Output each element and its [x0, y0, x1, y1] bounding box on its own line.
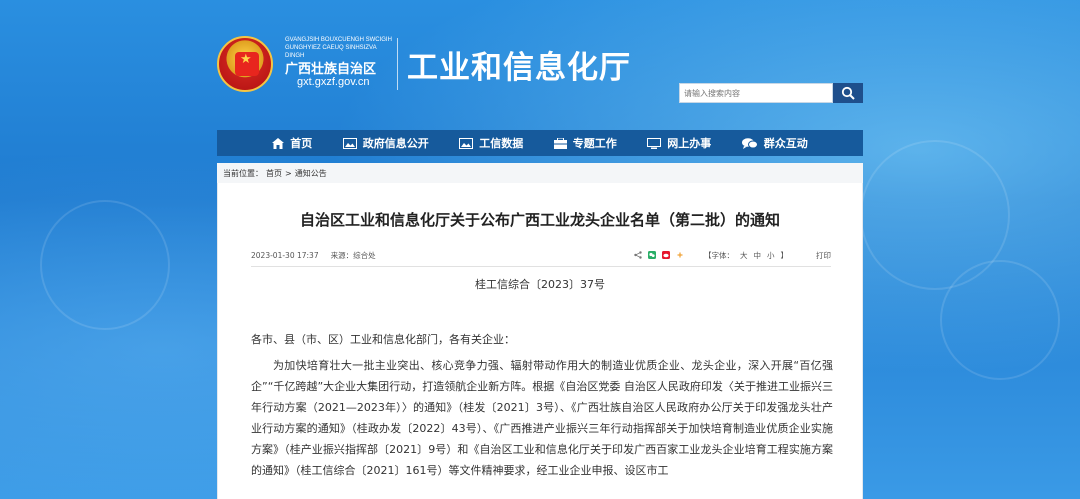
decorative-ring [940, 260, 1060, 380]
font-size-large[interactable]: 大 [740, 250, 748, 261]
nav-item-interaction[interactable]: 群众互动 [741, 135, 808, 151]
nav-item-online-services[interactable]: 网上办事 [647, 135, 711, 151]
nav-item-home[interactable]: 首页 [272, 135, 312, 151]
chat-icon [741, 137, 758, 149]
article-title: 自治区工业和信息化厅关于公布广西工业龙头企业名单（第二批）的通知 [299, 211, 780, 229]
breadcrumb-current[interactable]: 通知公告 [295, 168, 327, 179]
department-title: 工业和信息化厅 [407, 50, 631, 86]
search-icon [841, 86, 855, 100]
nav-item-data[interactable]: 工信数据 [459, 135, 523, 151]
publish-date: 2023-01-30 17:37 [251, 250, 319, 260]
header-divider [397, 38, 398, 90]
monitor-icon [647, 137, 662, 149]
picture-icon [342, 137, 357, 149]
font-size-label: 【字体： [704, 250, 734, 260]
font-size-small[interactable]: 小 [767, 250, 775, 261]
region-pinyin: GVANGJSIH BOUXCUENGH SWCIGIH GUNGHYIEZ C… [285, 37, 392, 59]
article: 自治区工业和信息化厅关于公布广西工业龙头企业名单（第二批）的通知 2023-01… [217, 183, 863, 499]
nav-label: 群众互动 [763, 137, 808, 150]
breadcrumb-separator: > [285, 168, 292, 178]
decorative-ring [40, 200, 170, 330]
nav-label: 政府信息公开 [362, 137, 429, 150]
search-box [679, 83, 863, 103]
nav-label: 专题工作 [572, 137, 617, 150]
breadcrumb: 当前位置： 首页 > 通知公告 [217, 163, 863, 183]
article-source: 来源：综合处 [330, 250, 376, 260]
breadcrumb-home[interactable]: 首页 [266, 168, 282, 179]
nav-item-gov-info[interactable]: 政府信息公开 [342, 135, 429, 151]
font-size-close: 】 [780, 250, 789, 260]
nav-label: 网上办事 [667, 137, 712, 150]
article-paragraph: 为加快培育壮大一批主业突出、核心竞争力强、辐射带动作用大的制造业优质企业、龙头企… [251, 359, 833, 477]
region-name: 广西壮族自治区 [285, 62, 377, 77]
search-input[interactable] [679, 83, 833, 103]
picture-icon [459, 137, 474, 149]
nav-label: 工信数据 [479, 137, 524, 150]
salutation: 各市、县（市、区）工业和信息化部门，各有关企业： [251, 333, 515, 346]
search-button[interactable] [833, 83, 863, 103]
national-emblem-icon[interactable]: ★ [217, 36, 273, 92]
article-tools: 【字体： 大 中 小】 打印 [634, 250, 831, 261]
region-url[interactable]: gxt.gxzf.gov.cn [297, 76, 370, 88]
folder-icon [553, 137, 567, 149]
wechat-icon[interactable] [648, 251, 656, 259]
breadcrumb-prefix: 当前位置： [223, 168, 263, 178]
nav-label: 首页 [290, 137, 313, 150]
share-icon[interactable] [634, 251, 642, 259]
weibo-icon[interactable] [662, 251, 670, 259]
meta-divider [251, 266, 831, 267]
home-icon [272, 137, 285, 149]
font-size-medium[interactable]: 中 [754, 250, 762, 261]
article-meta: 2023-01-30 17:37 来源：综合处 【字体： 大 中 小】 打印 [251, 247, 831, 263]
more-share-icon[interactable] [676, 251, 684, 259]
site-header: ★ GVANGJSIH BOUXCUENGH SWCIGIH GUNGHYIEZ… [217, 28, 863, 118]
document-number: 桂工信综合〔2023〕37号 [475, 278, 605, 291]
main-nav: 首页 政府信息公开 工信数据 专题工作 网上办事 群众互动 [217, 130, 863, 156]
print-button[interactable]: 打印 [816, 250, 831, 261]
nav-item-topics[interactable]: 专题工作 [553, 135, 617, 151]
